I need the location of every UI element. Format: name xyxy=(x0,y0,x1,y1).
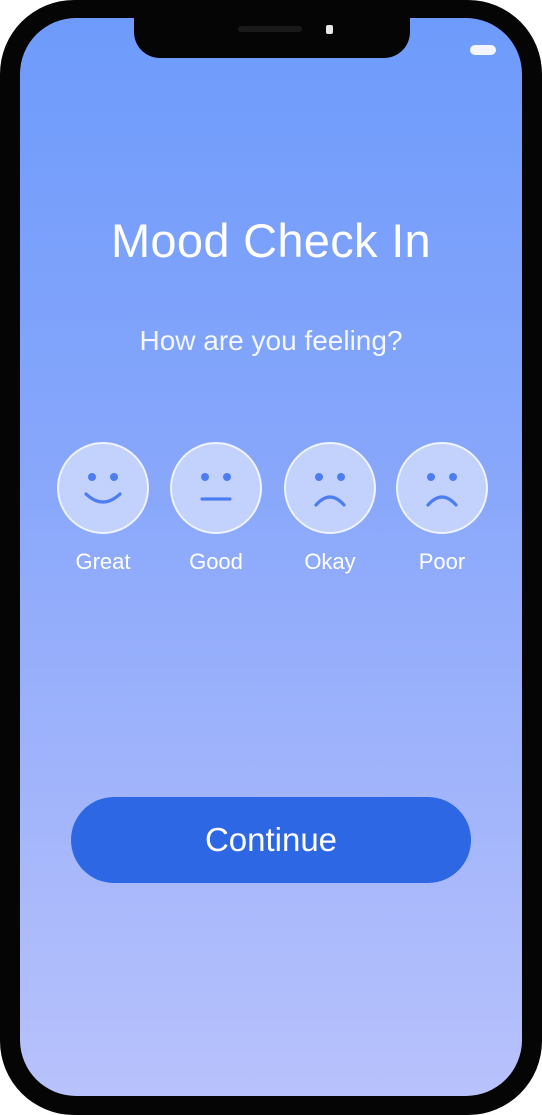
frowning-face-icon[interactable] xyxy=(284,442,376,534)
front-camera-icon xyxy=(326,25,333,34)
neutral-face-icon[interactable] xyxy=(170,442,262,534)
mood-option-okay[interactable]: Okay xyxy=(284,442,376,582)
battery-icon xyxy=(470,45,496,55)
phone-frame: Mood Check In How are you feeling? Great xyxy=(0,0,542,1115)
mood-option-great[interactable]: Great xyxy=(57,442,149,582)
device-notch xyxy=(134,18,410,58)
speaker-grille xyxy=(238,26,302,32)
mood-label-poor: Poor xyxy=(418,549,466,574)
page-title: Mood Check In xyxy=(110,214,431,267)
app-screen: Mood Check In How are you feeling? Great xyxy=(20,18,522,1096)
frowning-face-icon[interactable] xyxy=(396,442,488,534)
mood-option-good[interactable]: Good xyxy=(170,442,262,582)
mood-prompt: How are you feeling? xyxy=(139,325,403,356)
smiling-face-icon[interactable] xyxy=(57,442,149,534)
mood-label-good: Good xyxy=(189,549,243,574)
mood-option-poor[interactable]: Poor xyxy=(396,442,488,582)
continue-button[interactable]: Continue xyxy=(71,797,471,883)
